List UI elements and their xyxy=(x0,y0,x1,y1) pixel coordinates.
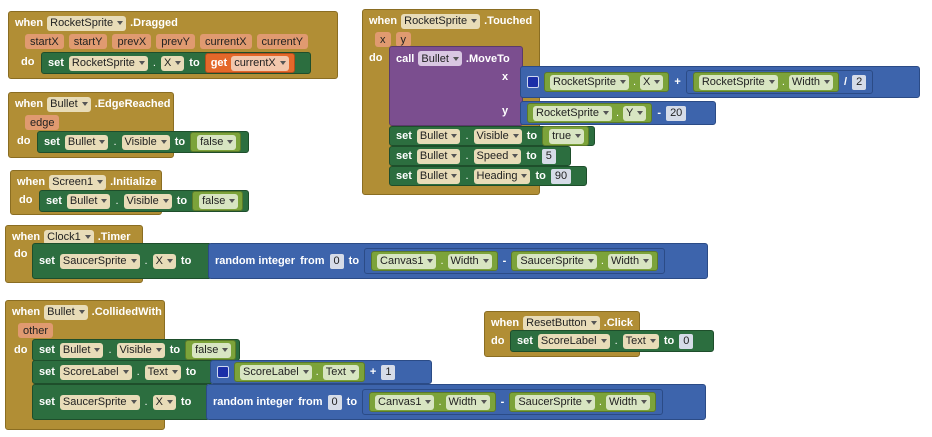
boolean-block[interactable]: true xyxy=(542,126,590,146)
get-variable-block[interactable]: get currentX xyxy=(204,53,295,73)
boolean-block[interactable]: false xyxy=(190,132,242,152)
getter-saucersprite-width[interactable]: SaucerSprite . Width xyxy=(509,392,657,412)
subtract-block[interactable]: Canvas1 . Width - SaucerSprite . Width xyxy=(362,389,664,415)
param-currenty[interactable]: currentY xyxy=(256,34,309,49)
set-bullet-visible[interactable]: set Bullet . Visible to false xyxy=(32,339,240,361)
set-bullet-speed[interactable]: set Bullet . Speed to 5 xyxy=(389,146,571,166)
getter-canvas1-width[interactable]: Canvas1 . Width xyxy=(369,392,496,412)
number-block[interactable]: 0 xyxy=(329,253,344,269)
number-block[interactable]: 0 xyxy=(679,333,694,349)
mutator-gear-icon[interactable] xyxy=(527,76,539,88)
getter-saucersprite-width[interactable]: SaucerSprite . Width xyxy=(511,251,659,271)
param-x[interactable]: x xyxy=(375,32,391,47)
arg-y-label: y xyxy=(502,105,509,117)
getter-rocketsprite-y[interactable]: RocketSprite . Y xyxy=(527,103,653,123)
boolean-block[interactable]: false xyxy=(185,340,237,360)
random-integer-block[interactable]: random integer from 0 to Canvas1 . Width… xyxy=(208,243,708,279)
call-bullet-moveto[interactable]: call Bullet .MoveTo x y xyxy=(389,46,523,126)
set-bullet-visible[interactable]: set Bullet . Visible to false xyxy=(37,131,249,153)
divide-block[interactable]: RocketSprite . Width / 2 xyxy=(685,70,874,94)
number-block[interactable]: 20 xyxy=(666,105,687,121)
set-saucersprite-x[interactable]: set SaucerSprite . X to xyxy=(32,384,210,420)
getter-canvas1-width[interactable]: Canvas1 . Width xyxy=(371,251,498,271)
arg-x-label: x xyxy=(502,71,509,83)
add-block[interactable]: ScoreLabel . Text + 1 xyxy=(210,360,432,384)
mutator-gear-icon[interactable] xyxy=(217,366,229,378)
number-block[interactable]: 5 xyxy=(541,148,556,164)
subtract-block[interactable]: RocketSprite . Y - 20 xyxy=(520,101,716,125)
set-bullet-heading[interactable]: set Bullet . Heading to 90 xyxy=(389,166,587,186)
param-prevx[interactable]: prevX xyxy=(112,34,152,49)
getter-rocketsprite-x[interactable]: RocketSprite . X xyxy=(544,72,670,92)
number-block[interactable]: 0 xyxy=(327,394,342,410)
add-block[interactable]: RocketSprite . X + RocketSprite . Width … xyxy=(520,66,920,98)
param-startx[interactable]: startX xyxy=(25,34,64,49)
boolean-block[interactable]: false xyxy=(192,191,244,211)
component-dropdown[interactable]: RocketSprite xyxy=(47,15,127,31)
event-bullet-edgereached[interactable]: when Bullet .EdgeReached edge do set Bul… xyxy=(8,92,249,158)
set-scorelabel-text[interactable]: set ScoreLabel . Text to xyxy=(32,360,214,384)
param-prevy[interactable]: prevY xyxy=(156,34,195,49)
param-starty[interactable]: startY xyxy=(68,34,108,49)
param-other[interactable]: other xyxy=(18,323,54,338)
set-scorelabel-text[interactable]: set ScoreLabel . Text to 0 xyxy=(510,330,714,352)
param-y[interactable]: y xyxy=(395,32,411,47)
getter-scorelabel-text[interactable]: ScoreLabel . Text xyxy=(234,362,365,382)
set-bullet-visible[interactable]: set Bullet . Visible to false xyxy=(39,190,249,212)
set-rocketsprite-x[interactable]: set RocketSprite . X to get currentX xyxy=(41,52,311,74)
number-block[interactable]: 2 xyxy=(852,74,867,90)
param-currentx[interactable]: currentX xyxy=(199,34,252,49)
event-rocketsprite-dragged[interactable]: when RocketSprite .Dragged startX startY… xyxy=(8,11,338,79)
subtract-block[interactable]: Canvas1 . Width - SaucerSprite . Width xyxy=(364,248,666,274)
set-bullet-visible[interactable]: set Bullet . Visible to true xyxy=(389,126,595,146)
event-screen1-initialize[interactable]: when Screen1 .Initialize do set Bullet .… xyxy=(10,170,249,215)
number-block[interactable]: 1 xyxy=(381,364,396,380)
getter-rocketsprite-width[interactable]: RocketSprite . Width xyxy=(692,72,839,92)
param-edge[interactable]: edge xyxy=(25,115,60,130)
set-saucersprite-x[interactable]: set SaucerSprite . X to xyxy=(32,243,212,279)
number-block[interactable]: 90 xyxy=(550,168,572,184)
random-integer-block[interactable]: random integer from 0 to Canvas1 . Width… xyxy=(206,384,706,420)
